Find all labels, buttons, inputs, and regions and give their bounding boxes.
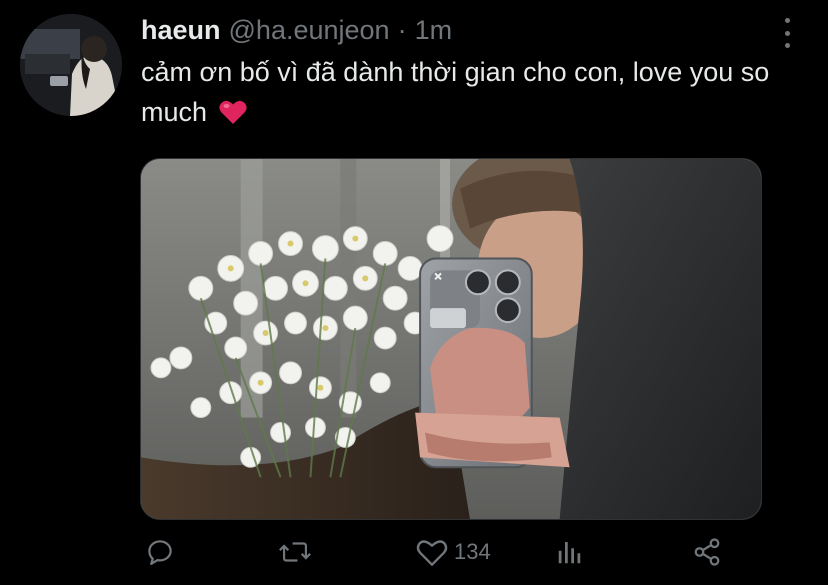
more-options-button[interactable]	[776, 18, 798, 48]
timestamp[interactable]: 1m	[415, 15, 453, 46]
analytics-icon	[558, 542, 581, 564]
display-name[interactable]: haeun	[141, 15, 221, 46]
retweet-icon	[279, 542, 311, 562]
tweet-photo[interactable]	[140, 158, 762, 520]
tweet[interactable]: haeun @ha.eunjeon · 1m cảm ơn bố vì đã d…	[0, 0, 828, 585]
tweet-actions: 134	[0, 530, 828, 574]
share-button[interactable]	[692, 530, 722, 574]
tweet-header: haeun @ha.eunjeon · 1m	[141, 15, 452, 51]
avatar[interactable]	[20, 14, 122, 116]
share-icon	[694, 538, 720, 566]
tweet-text: cảm ơn bố vì đã dành thời gian cho con, …	[141, 52, 781, 136]
reply-button[interactable]	[145, 530, 175, 574]
retweet-button[interactable]	[278, 530, 312, 574]
like-button[interactable]: 134	[416, 530, 491, 574]
reply-icon	[148, 540, 172, 565]
more-icon	[784, 18, 790, 23]
heart-emoji	[218, 96, 247, 136]
user-handle[interactable]: @ha.eunjeon	[229, 15, 390, 46]
heart-icon	[416, 540, 448, 566]
separator-dot: ·	[397, 15, 407, 45]
like-count: 134	[454, 539, 491, 564]
analytics-button[interactable]	[555, 530, 585, 574]
